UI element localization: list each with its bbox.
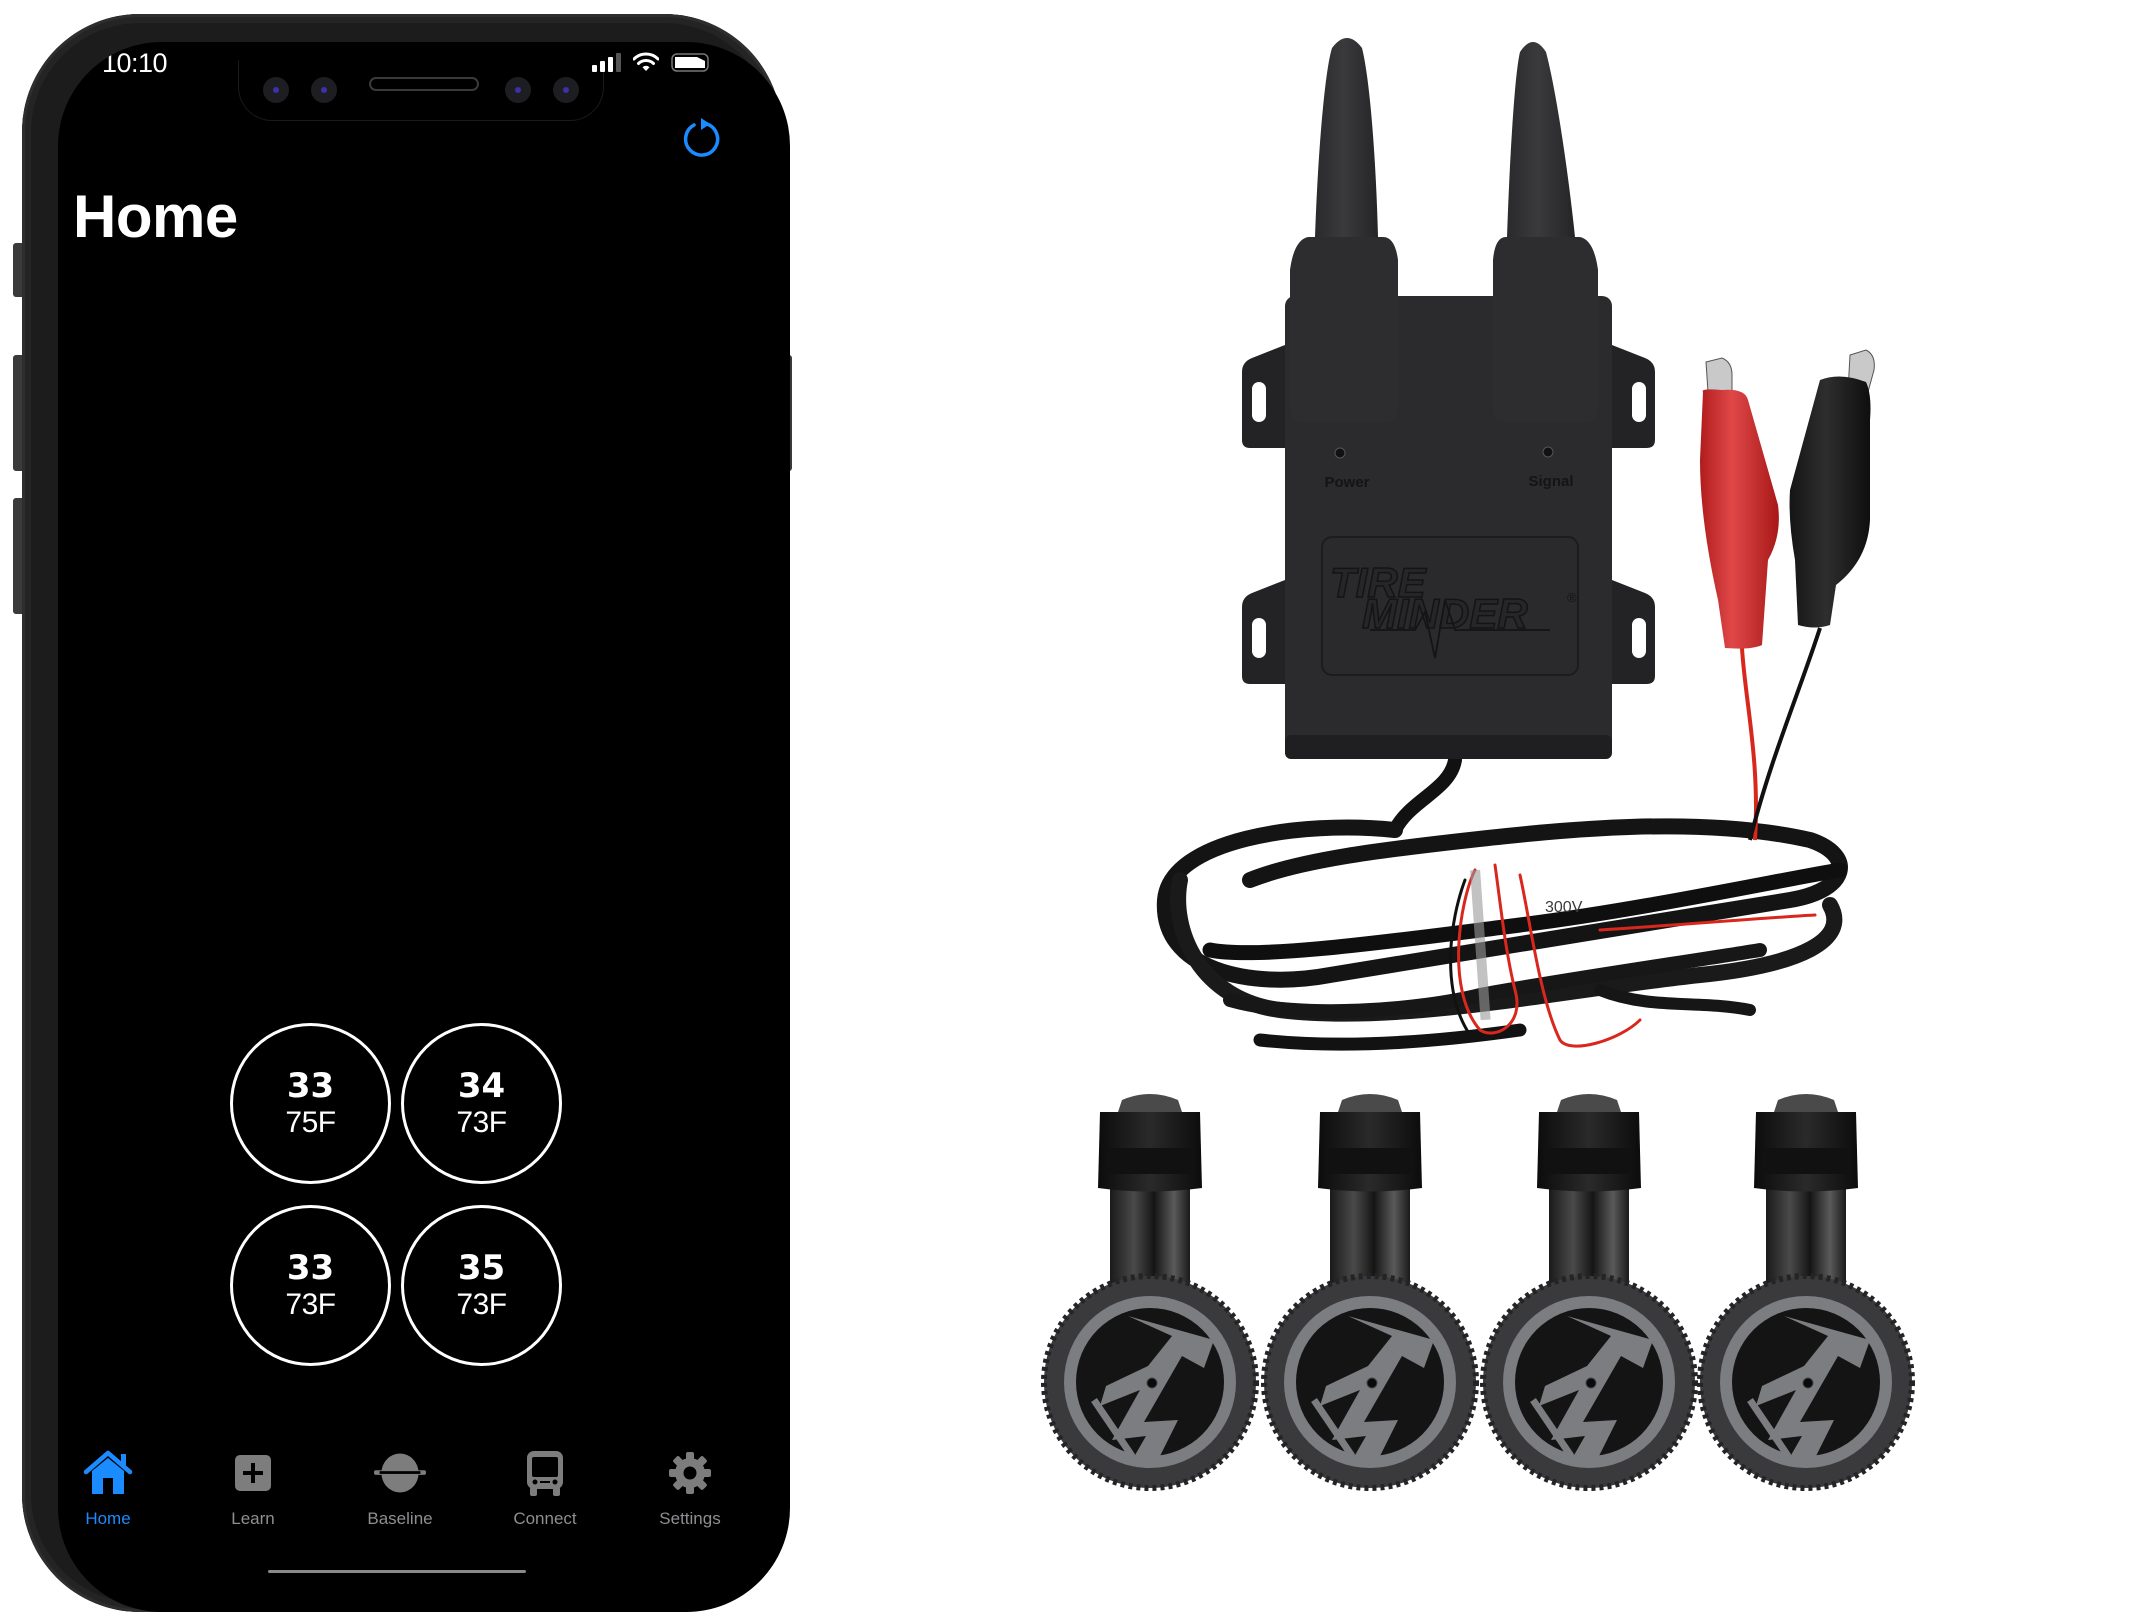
red-alligator-clip bbox=[1700, 357, 1779, 649]
tab-label: Baseline bbox=[367, 1509, 433, 1528]
speaker-grille bbox=[369, 77, 479, 91]
gear-icon bbox=[669, 1452, 711, 1494]
tab-label: Home bbox=[85, 1509, 131, 1528]
wifi-icon bbox=[633, 52, 659, 71]
refresh-button[interactable] bbox=[680, 116, 724, 160]
cable-print: 300V bbox=[1545, 899, 1583, 916]
repeater-product-photo: 300V Power Signal TIRE MINDER ® bbox=[1156, 38, 1875, 1051]
sensor-dot-icon bbox=[263, 77, 289, 103]
tab-bar: Home Learn Baseline Connect Settings bbox=[58, 1447, 790, 1547]
tire-front-right[interactable]: 34 73F bbox=[401, 1023, 562, 1184]
battery-icon bbox=[671, 53, 709, 72]
tire-pressure: 33 bbox=[286, 1247, 335, 1288]
notch bbox=[238, 60, 604, 121]
tab-connect[interactable]: Connect bbox=[485, 1447, 605, 1547]
tire-temperature: 73F bbox=[456, 1105, 507, 1139]
tire-temperature: 75F bbox=[285, 1105, 336, 1139]
status-icons bbox=[592, 50, 711, 72]
tire-sensor bbox=[1044, 1094, 1256, 1488]
tire-temperature: 73F bbox=[456, 1287, 507, 1321]
tire-pressure: 35 bbox=[457, 1247, 506, 1288]
phone-frame: 10:10 Home 33 75F 34 73F 33 73F 35 73F H… bbox=[22, 14, 790, 1612]
tire-front-left[interactable]: 33 75F bbox=[230, 1023, 391, 1184]
cable-coil: 300V bbox=[1156, 753, 1848, 1051]
power-led-icon bbox=[1334, 447, 1346, 459]
house-icon bbox=[83, 1450, 133, 1494]
tab-label: Settings bbox=[659, 1509, 721, 1528]
tire-sensor bbox=[1264, 1094, 1476, 1488]
camera-icon bbox=[505, 77, 531, 103]
tab-label: Learn bbox=[231, 1509, 275, 1528]
tire-temperature: 73F bbox=[285, 1287, 336, 1321]
tab-learn[interactable]: Learn bbox=[193, 1447, 313, 1547]
red-wire bbox=[1740, 647, 1759, 841]
camera-icon bbox=[311, 77, 337, 103]
tab-baseline[interactable]: Baseline bbox=[340, 1447, 460, 1547]
tire-sensor bbox=[1483, 1094, 1695, 1488]
status-time: 10:10 bbox=[102, 48, 168, 78]
antenna-left bbox=[1290, 38, 1398, 422]
signal-label: Signal bbox=[1528, 473, 1573, 490]
phone-screen: 10:10 Home 33 75F 34 73F 33 73F 35 73F H… bbox=[58, 42, 790, 1612]
baseline-icon bbox=[374, 1453, 426, 1493]
tab-home[interactable]: Home bbox=[58, 1447, 168, 1547]
tire-rear-left[interactable]: 33 73F bbox=[230, 1205, 391, 1366]
tire-pressure: 34 bbox=[457, 1065, 506, 1106]
tab-settings[interactable]: Settings bbox=[630, 1447, 750, 1547]
tire-sensor bbox=[1700, 1094, 1912, 1488]
tab-label: Connect bbox=[513, 1509, 577, 1528]
bus-icon bbox=[527, 1451, 563, 1496]
sensor-set bbox=[1030, 1080, 1930, 1616]
black-wire bbox=[1748, 627, 1822, 841]
refresh-icon bbox=[683, 118, 720, 157]
power-label: Power bbox=[1324, 474, 1369, 491]
tire-pressure: 33 bbox=[286, 1065, 335, 1106]
signal-led-icon bbox=[1542, 446, 1554, 458]
antenna-right bbox=[1493, 42, 1598, 422]
registered-mark: ® bbox=[1567, 590, 1577, 605]
black-alligator-clip bbox=[1789, 349, 1875, 628]
cellular-signal-icon bbox=[592, 53, 621, 72]
home-indicator bbox=[268, 1570, 526, 1573]
tire-rear-right[interactable]: 35 73F bbox=[401, 1205, 562, 1366]
page-title: Home bbox=[73, 183, 238, 250]
sensor-dot-icon bbox=[553, 77, 579, 103]
plus-square-icon bbox=[235, 1455, 271, 1491]
